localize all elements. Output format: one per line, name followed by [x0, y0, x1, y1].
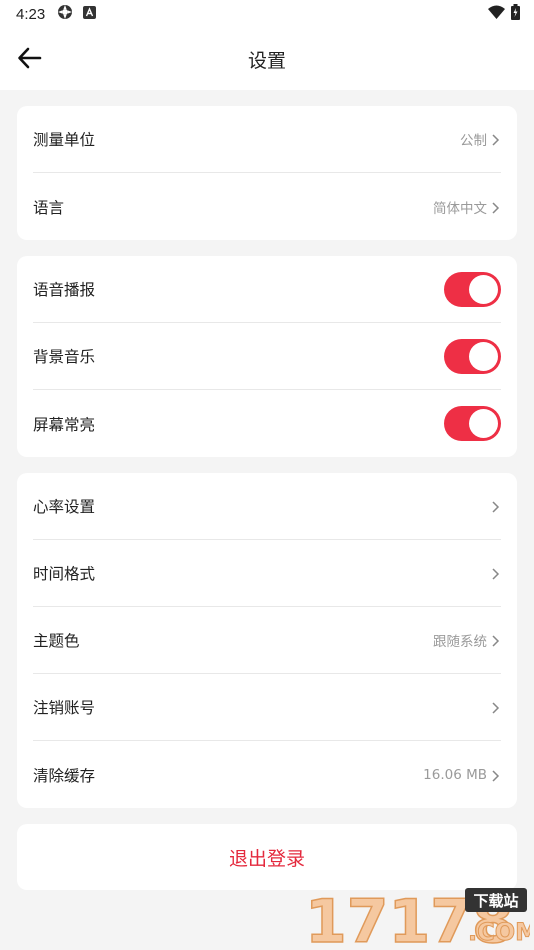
settings-card-more: 心率设置 时间格式 主题色 跟随系统 注销账号 清除缓存 16.06 MB	[17, 473, 517, 808]
chevron-right-icon	[489, 566, 501, 580]
heart-row[interactable]: 心率设置	[33, 473, 501, 540]
language-row[interactable]: 语言 简体中文	[33, 173, 501, 240]
theme-value: 跟随系统	[433, 634, 487, 650]
watermark-badge: 下载站	[473, 892, 518, 910]
settings-card-general: 测量单位 公制 语言 简体中文	[17, 106, 517, 240]
settings-icon	[57, 4, 73, 24]
status-bar: 4:23	[0, 0, 534, 28]
chevron-right-icon	[489, 499, 501, 513]
chevron-right-icon	[489, 633, 501, 647]
voice-toggle[interactable]	[444, 271, 501, 307]
language-value: 简体中文	[433, 200, 487, 217]
toggle-knob	[469, 274, 498, 304]
theme-label: 主题色	[33, 632, 80, 650]
chevron-right-icon	[489, 700, 501, 714]
logout-label: 退出登录	[228, 847, 305, 870]
settings-card-toggles: 语音播报 背景音乐 屏幕常亮	[17, 256, 517, 457]
settings-content: 测量单位 公制 语言 简体中文 语音播报 背景音乐 屏幕常亮 心率设置 时间格式…	[0, 90, 534, 890]
theme-row[interactable]: 主题色 跟随系统	[33, 607, 501, 674]
music-toggle[interactable]	[444, 338, 501, 374]
cancel-account-label: 注销账号	[33, 699, 96, 717]
music-row: 背景音乐	[33, 323, 501, 390]
screen-toggle[interactable]	[444, 406, 501, 441]
time-format-label: 时间格式	[33, 565, 96, 583]
chevron-right-icon	[489, 132, 501, 146]
cancel-account-row[interactable]: 注销账号	[33, 674, 501, 741]
unit-label: 测量单位	[33, 131, 96, 149]
cache-size-value: 16.06 MB	[423, 766, 487, 783]
toggle-knob	[469, 341, 498, 371]
unit-value: 公制	[460, 133, 487, 149]
language-label: 语言	[33, 198, 65, 217]
logout-button[interactable]: 退出登录	[17, 824, 517, 890]
time-format-row[interactable]: 时间格式	[33, 540, 501, 607]
arrow-left-icon[interactable]	[16, 44, 44, 72]
status-time: 4:23	[16, 5, 46, 23]
page-title: 设置	[247, 49, 286, 72]
clear-cache-row[interactable]: 清除缓存 16.06 MB	[33, 741, 501, 808]
clear-cache-label: 清除缓存	[33, 766, 96, 785]
screen-row: 屏幕常亮	[33, 390, 501, 457]
battery-charging-icon	[511, 4, 520, 24]
site-watermark-logo: 17178 下载站 .COM	[304, 886, 534, 950]
voice-label: 语音播报	[33, 281, 96, 299]
screen-label: 屏幕常亮	[33, 415, 96, 434]
watermark-sub: .COM	[468, 918, 530, 946]
toggle-knob	[469, 409, 498, 438]
chevron-right-icon	[489, 200, 501, 214]
voice-row: 语音播报	[33, 256, 501, 323]
app-header: 设置	[0, 28, 534, 90]
heart-label: 心率设置	[33, 498, 96, 516]
music-label: 背景音乐	[33, 348, 96, 366]
wifi-icon	[488, 5, 505, 23]
unit-row[interactable]: 测量单位 公制	[33, 106, 501, 173]
a-notification-icon	[83, 5, 97, 23]
chevron-right-icon	[489, 768, 501, 782]
